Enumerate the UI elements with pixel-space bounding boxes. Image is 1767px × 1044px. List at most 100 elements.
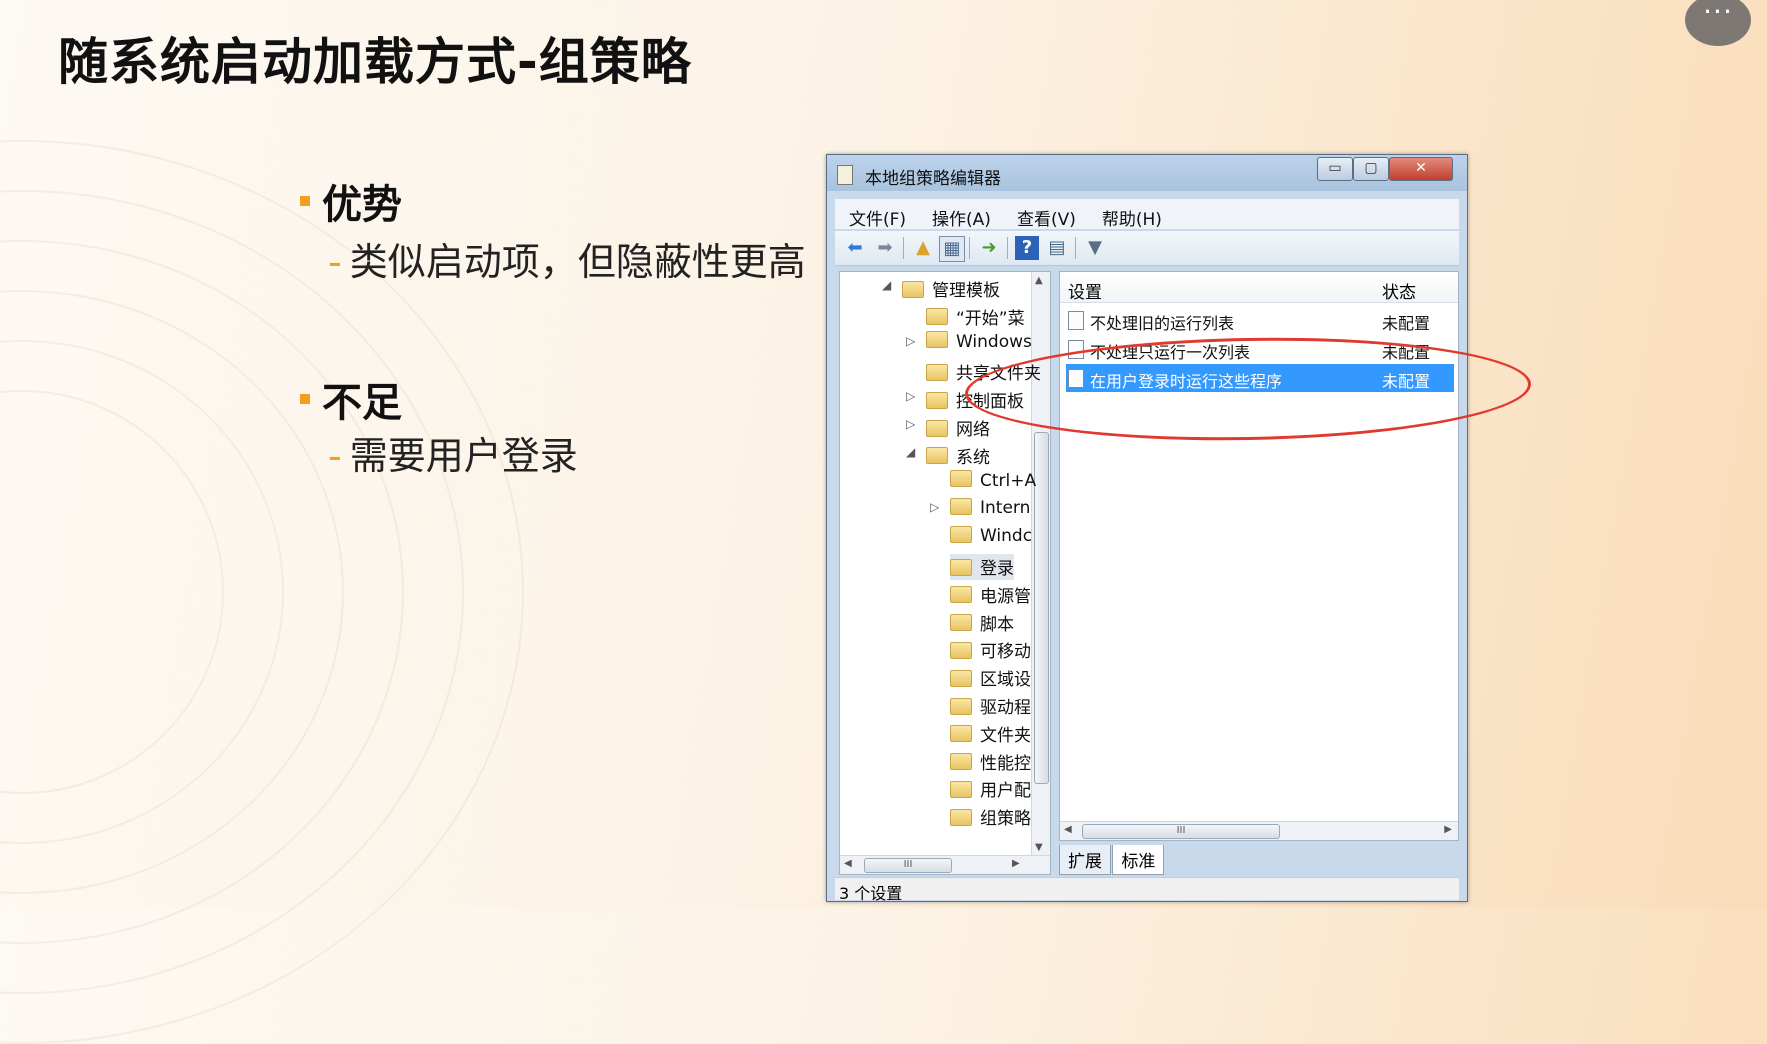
minimize-button[interactable]: ▭: [1317, 157, 1353, 181]
export-list-icon[interactable]: ➜: [977, 236, 1001, 260]
properties-icon[interactable]: ▤: [1045, 236, 1069, 260]
policy-state: 未配置: [1382, 372, 1431, 391]
tree-item[interactable]: ▷ 网络: [906, 415, 990, 441]
folder-icon: [926, 331, 948, 349]
tree-item[interactable]: 可移动: [950, 637, 1031, 663]
expand-arrow-icon[interactable]: ▷: [906, 334, 915, 348]
tree-item-label: 共享文件夹: [956, 364, 1041, 385]
tree-item-label: Windows: [956, 331, 1032, 352]
tree-item-label: 组策略: [980, 809, 1031, 830]
policy-state: 未配置: [1382, 343, 1431, 362]
tree-item[interactable]: ◢ 系统: [906, 443, 990, 469]
policy-name: 不处理只运行一次列表: [1090, 343, 1251, 362]
policy-row[interactable]: 不处理只运行一次列表 未配置: [1066, 335, 1454, 363]
folder-icon: [950, 753, 972, 771]
navigation-tree[interactable]: ▲ ▼ ◀ III ▶ ◢ 管理模板 “开始”菜 ▷ Windows 共享文件夹 ▷ 控制面板…: [839, 271, 1051, 875]
bullet-square-icon: [300, 196, 310, 206]
scroll-right-icon[interactable]: ▶: [1444, 824, 1452, 835]
collapse-arrow-icon[interactable]: ◢: [906, 445, 915, 459]
menu-file[interactable]: 文件(F): [849, 205, 906, 230]
tab-extended[interactable]: 扩展: [1059, 845, 1111, 875]
disadvantage-item: - 需要用户登录: [328, 434, 578, 478]
tree-item[interactable]: ◢ 管理模板: [882, 276, 1000, 302]
menu-view[interactable]: 查看(V): [1017, 205, 1076, 230]
menu-help[interactable]: 帮助(H): [1102, 205, 1162, 230]
folder-icon: [950, 697, 972, 715]
folder-icon: [902, 280, 924, 298]
disadvantage-heading: 不足: [300, 370, 402, 428]
policy-name: 不处理旧的运行列表: [1090, 314, 1235, 333]
tree-item[interactable]: Windc: [950, 525, 1032, 552]
tree-item-label: 登录: [980, 559, 1014, 579]
tree-item[interactable]: ▷ 控制面板: [906, 387, 1024, 413]
folder-icon: [950, 525, 972, 543]
folder-icon: [950, 725, 972, 743]
list-horizontal-scrollbar[interactable]: ◀ III ▶: [1060, 821, 1458, 840]
tree-vertical-thumb[interactable]: [1034, 432, 1049, 784]
tree-item-label: 网络: [956, 420, 990, 440]
more-options-button[interactable]: ···: [1685, 0, 1751, 46]
tree-item-label: 管理模板: [932, 281, 1000, 301]
close-button[interactable]: ✕: [1389, 157, 1453, 181]
tree-item[interactable]: Ctrl+A: [950, 470, 1036, 497]
tree-item[interactable]: 登录: [950, 554, 1014, 580]
column-state[interactable]: 状态: [1382, 278, 1416, 303]
tree-item[interactable]: 文件夹: [950, 721, 1031, 747]
expand-arrow-icon[interactable]: ▷: [906, 417, 915, 431]
list-header: 设置 状态: [1060, 272, 1458, 303]
scroll-left-icon[interactable]: ◀: [1064, 824, 1072, 835]
policy-setting-icon: [1068, 311, 1084, 330]
tree-item[interactable]: 电源管: [950, 582, 1031, 608]
slide-title: 随系统启动加载方式-组策略: [58, 33, 692, 91]
tree-item[interactable]: 用户配: [950, 776, 1031, 802]
collapse-arrow-icon[interactable]: ◢: [882, 278, 891, 292]
expand-arrow-icon[interactable]: ▷: [930, 500, 939, 514]
folder-icon: [950, 470, 972, 488]
policy-editor-icon: [837, 165, 853, 185]
menu-action[interactable]: 操作(A): [932, 205, 991, 230]
expand-arrow-icon[interactable]: ▷: [906, 389, 915, 403]
tree-item[interactable]: 脚本: [950, 610, 1014, 636]
list-horizontal-thumb[interactable]: III: [1082, 824, 1280, 839]
menu-bar: 文件(F) 操作(A) 查看(V) 帮助(H): [835, 199, 1459, 230]
tab-standard[interactable]: 标准: [1112, 845, 1165, 875]
policy-row[interactable]: 在用户登录时运行这些程序 未配置: [1066, 364, 1454, 392]
tree-item-label: “开始”菜: [956, 308, 1025, 329]
tree-item[interactable]: ▷ Intern: [930, 497, 1030, 524]
tree-horizontal-thumb[interactable]: III: [864, 858, 952, 873]
tree-item[interactable]: 组策略: [950, 804, 1031, 830]
window-titlebar[interactable]: 本地组策略编辑器 ▭ ▢ ✕: [827, 155, 1467, 191]
back-arrow-icon[interactable]: ⬅: [843, 236, 867, 260]
tree-horizontal-scrollbar[interactable]: ◀ III ▶: [840, 855, 1050, 874]
folder-icon: [926, 363, 948, 381]
policy-name: 在用户登录时运行这些程序: [1090, 372, 1283, 391]
policy-setting-icon: [1068, 369, 1084, 388]
policy-row[interactable]: 不处理旧的运行列表 未配置: [1066, 306, 1454, 334]
tree-item[interactable]: 共享文件夹: [926, 359, 1041, 385]
window-title: 本地组策略编辑器: [865, 169, 1001, 189]
show-hide-tree-icon[interactable]: ▦: [939, 236, 965, 262]
filter-icon[interactable]: ▼: [1083, 236, 1107, 260]
tree-item[interactable]: 性能控: [950, 749, 1031, 775]
scroll-left-icon[interactable]: ◀: [844, 858, 852, 869]
scroll-up-icon[interactable]: ▲: [1035, 275, 1043, 286]
tree-item[interactable]: 区域设: [950, 665, 1031, 691]
tree-item-label: 系统: [956, 447, 990, 468]
tree-item[interactable]: “开始”菜: [926, 304, 1025, 330]
help-icon[interactable]: ?: [1015, 236, 1039, 260]
folder-icon: [926, 391, 948, 409]
tree-item[interactable]: ▷ Windows: [906, 331, 1032, 358]
folder-icon: [950, 808, 972, 826]
forward-arrow-icon[interactable]: ➡: [873, 236, 897, 260]
scroll-right-icon[interactable]: ▶: [1012, 858, 1020, 869]
tree-item[interactable]: 驱动程: [950, 693, 1031, 719]
scroll-down-icon[interactable]: ▼: [1035, 842, 1043, 853]
maximize-button[interactable]: ▢: [1353, 157, 1389, 181]
column-setting[interactable]: 设置: [1068, 278, 1102, 303]
folder-icon: [950, 586, 972, 604]
tree-item-label: 文件夹: [980, 725, 1031, 746]
up-folder-icon[interactable]: ▲: [911, 236, 935, 260]
folder-icon: [950, 614, 972, 632]
advantage-item: - 类似启动项，但隐蔽性更高: [328, 240, 806, 284]
tree-item-label: 区域设: [980, 670, 1031, 691]
